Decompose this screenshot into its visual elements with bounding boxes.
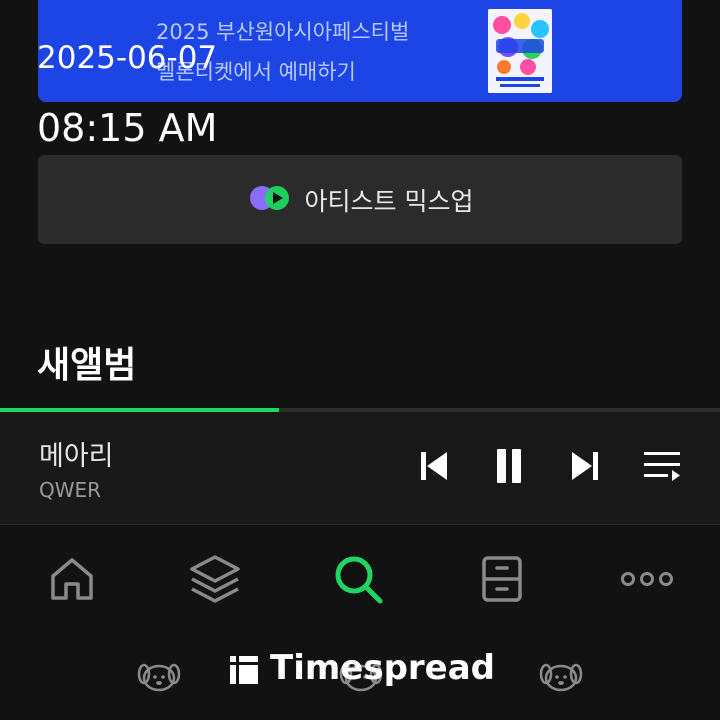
dog-doodle-icon [539, 663, 583, 692]
pause-icon [497, 449, 521, 483]
library-icon [190, 555, 240, 603]
artist-mixup-button[interactable]: 아티스트 믹스업 [38, 155, 682, 244]
mixup-play-icon [247, 183, 293, 217]
bottom-navigation [0, 525, 720, 630]
search-icon [335, 556, 383, 604]
nav-home[interactable] [42, 549, 102, 609]
pause-button[interactable] [489, 446, 529, 486]
song-artist: QWER [39, 478, 102, 502]
festival-poster-image [488, 9, 552, 93]
timespread-logo-icon [230, 656, 258, 684]
watermark: Timespread [0, 630, 720, 720]
mixup-label: 아티스트 믹스업 [304, 186, 474, 216]
next-icon [572, 452, 598, 480]
playlist-button[interactable] [642, 446, 682, 486]
nav-more[interactable] [617, 549, 677, 609]
nav-search[interactable] [328, 549, 388, 609]
next-button[interactable] [565, 446, 605, 486]
nav-storage[interactable] [472, 549, 532, 609]
playlist-icon [644, 452, 680, 481]
previous-icon [421, 452, 447, 480]
mini-player[interactable]: 메아리 QWER [0, 412, 720, 525]
dog-doodle-icon [137, 663, 181, 692]
song-title: 메아리 [39, 441, 114, 472]
home-icon [51, 558, 93, 600]
storage-icon [482, 556, 522, 602]
watermark-text: Timespread [270, 648, 496, 688]
overlay-time: 08:15 AM [37, 106, 218, 150]
overlay-date: 2025-06-07 [37, 40, 218, 76]
section-title: 새앨범 [37, 345, 137, 386]
more-icon [621, 572, 673, 586]
nav-library[interactable] [185, 549, 245, 609]
previous-button[interactable] [414, 446, 454, 486]
